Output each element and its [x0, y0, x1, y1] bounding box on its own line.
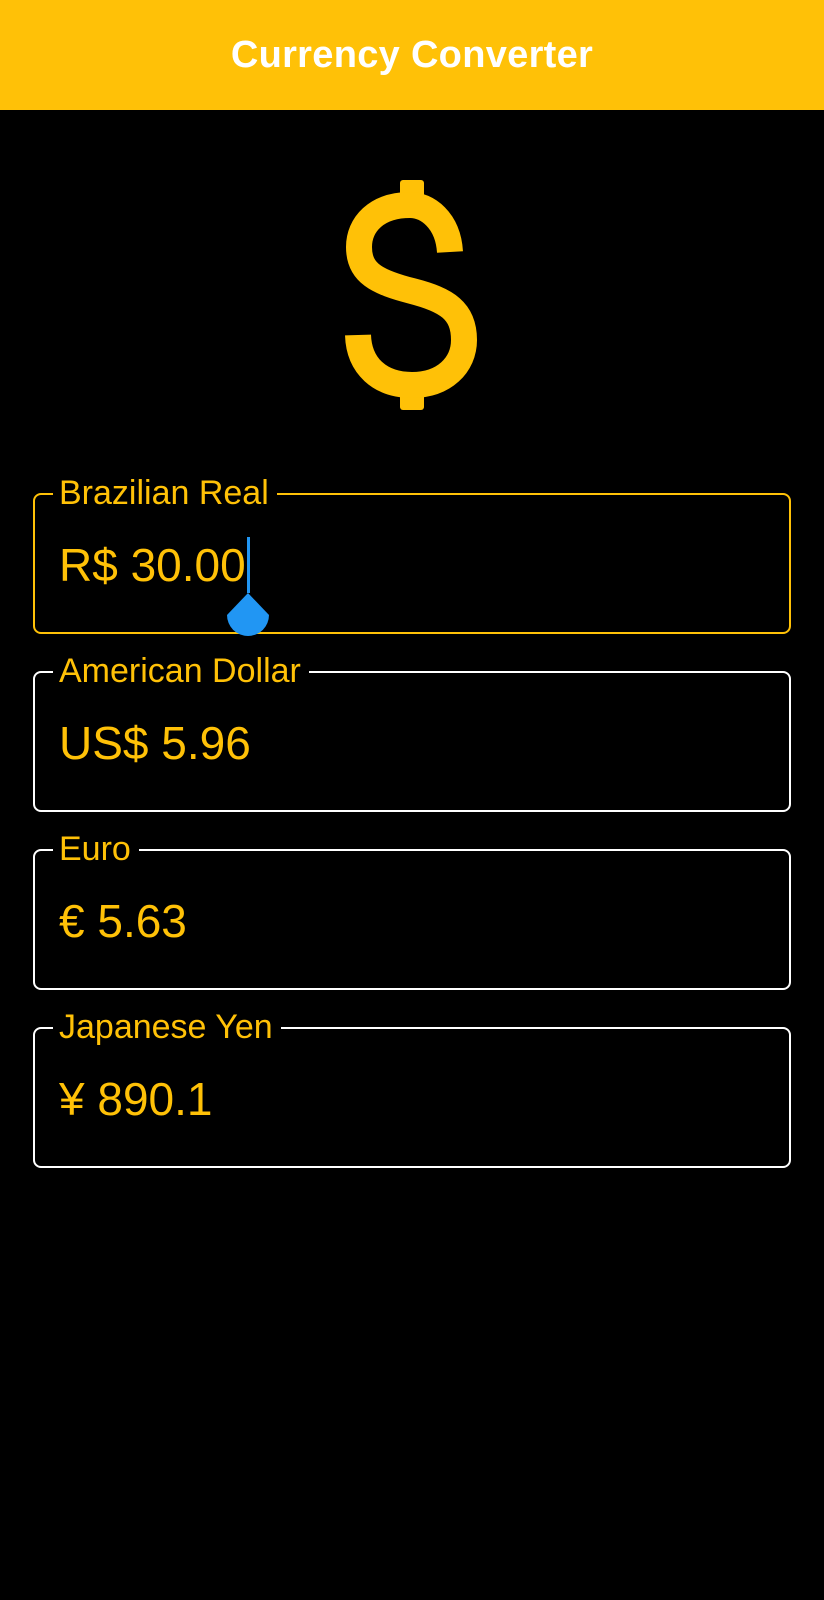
text-caret — [226, 537, 269, 636]
american-dollar-input[interactable]: US$ 5.96 — [59, 715, 251, 771]
brazilian-real-label: Brazilian Real — [53, 473, 277, 513]
japanese-yen-field[interactable]: Japanese Yen ¥ 890.1 — [33, 1007, 791, 1168]
euro-field[interactable]: Euro € 5.63 — [33, 829, 791, 990]
brazilian-real-field[interactable]: Brazilian Real R$ 30.00 — [33, 473, 791, 636]
brazilian-real-input[interactable]: R$ 30.00 — [59, 537, 246, 593]
american-dollar-label: American Dollar — [53, 651, 309, 691]
caret-handle-icon[interactable] — [225, 593, 271, 639]
app-bar: Currency Converter — [0, 0, 824, 110]
hero — [0, 170, 824, 430]
euro-label: Euro — [53, 829, 139, 869]
japanese-yen-input[interactable]: ¥ 890.1 — [59, 1071, 212, 1127]
dollar-sign-icon — [345, 180, 478, 410]
american-dollar-field[interactable]: American Dollar US$ 5.96 — [33, 651, 791, 812]
japanese-yen-label: Japanese Yen — [53, 1007, 281, 1047]
app-title: Currency Converter — [230, 33, 594, 76]
euro-input[interactable]: € 5.63 — [59, 893, 187, 949]
